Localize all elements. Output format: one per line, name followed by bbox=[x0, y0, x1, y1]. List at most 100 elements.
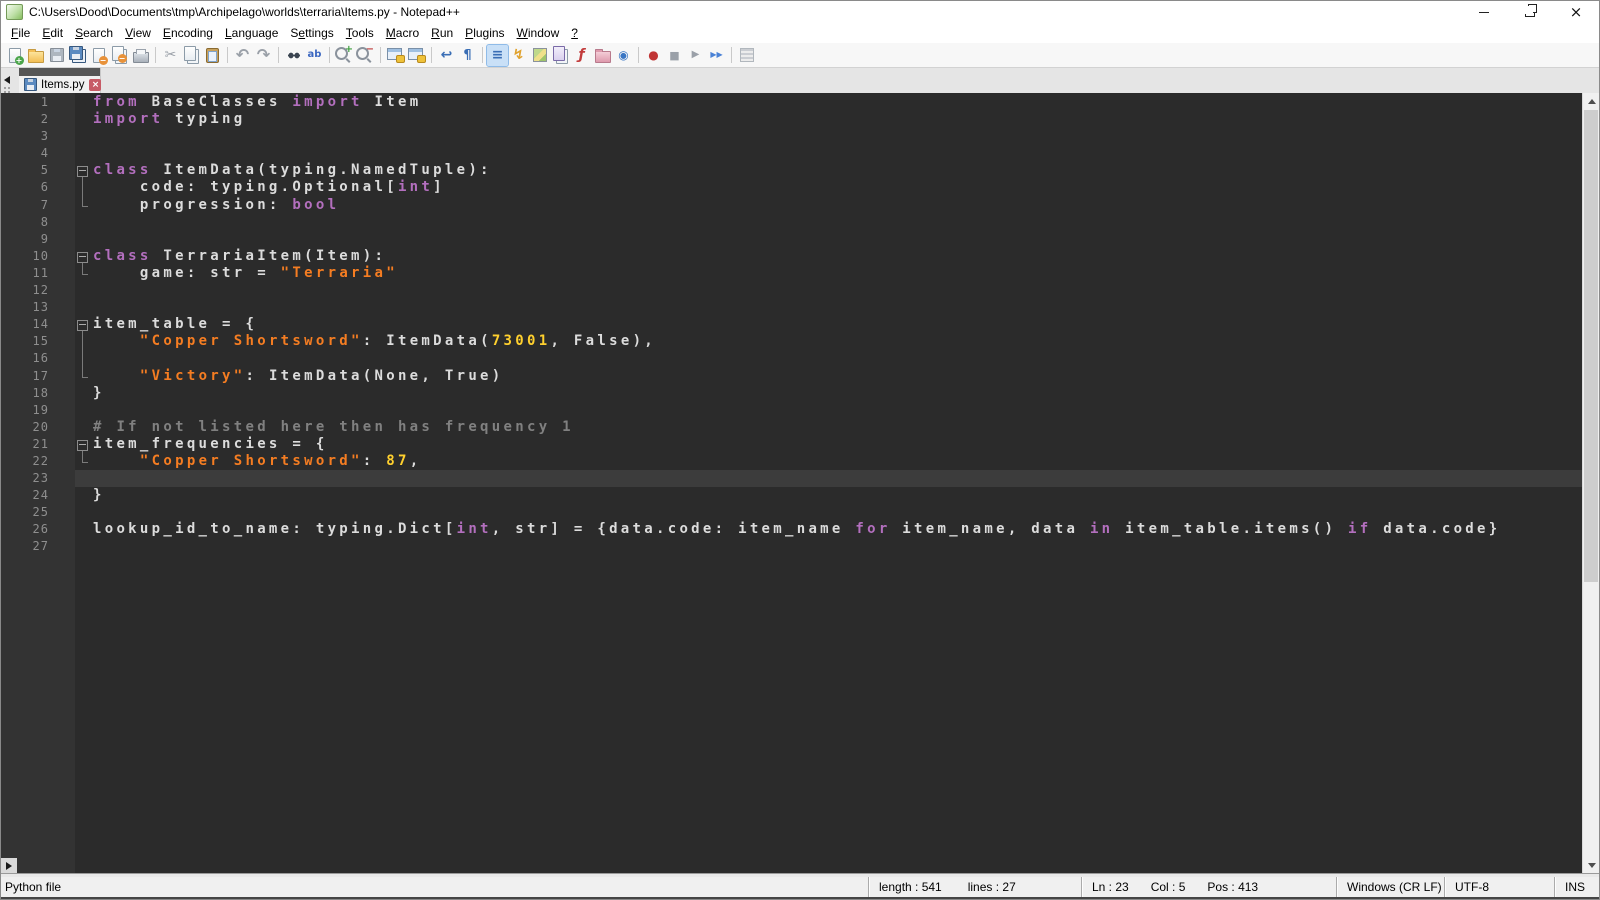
show-all-characters-icon: ¶ bbox=[463, 49, 471, 62]
code-line-19[interactable]: 19 bbox=[1, 402, 1582, 419]
restore-button[interactable] bbox=[1507, 1, 1553, 23]
code-text: from BaseClasses import Item bbox=[91, 94, 1582, 111]
menu-item-file[interactable]: File bbox=[5, 24, 36, 42]
code-line-20[interactable]: 20# If not listed here then has frequenc… bbox=[1, 419, 1582, 436]
code-line-24[interactable]: 24} bbox=[1, 487, 1582, 504]
code-line-12[interactable]: 12 bbox=[1, 282, 1582, 299]
close-all-button[interactable]: − bbox=[109, 45, 130, 66]
code-line-2[interactable]: 2import typing bbox=[1, 111, 1582, 128]
zoom-out-button[interactable]: − bbox=[355, 45, 376, 66]
code-text: progression: bool bbox=[91, 197, 1582, 214]
macro-save-button[interactable] bbox=[736, 45, 757, 66]
line-number: 21 bbox=[1, 436, 75, 453]
line-number: 9 bbox=[1, 231, 75, 248]
code-line-25[interactable]: 25 bbox=[1, 504, 1582, 521]
dock-arrow-bottom[interactable] bbox=[1, 858, 17, 873]
cut-button[interactable]: ✂ bbox=[160, 45, 181, 66]
code-line-9[interactable]: 9 bbox=[1, 231, 1582, 248]
menu-item-run[interactable]: Run bbox=[425, 24, 459, 42]
code-line-23[interactable]: 23 bbox=[1, 470, 1582, 487]
save-all-button[interactable] bbox=[67, 45, 88, 66]
fold-marker[interactable] bbox=[75, 316, 91, 333]
zoom-in-button[interactable]: + bbox=[334, 45, 355, 66]
fold-margin bbox=[75, 521, 91, 538]
code-line-22[interactable]: 22 "Copper Shortsword": 87, bbox=[1, 453, 1582, 470]
open-file-button[interactable] bbox=[25, 45, 46, 66]
menu-item-encoding[interactable]: Encoding bbox=[157, 24, 219, 42]
undo-button[interactable]: ↶ bbox=[232, 45, 253, 66]
save-file-button[interactable] bbox=[46, 45, 67, 66]
code-line-10[interactable]: 10class TerrariaItem(Item): bbox=[1, 248, 1582, 265]
code-line-1[interactable]: 1from BaseClasses import Item bbox=[1, 94, 1582, 111]
word-wrap-button[interactable]: ↩ bbox=[436, 45, 457, 66]
minimize-button[interactable] bbox=[1461, 1, 1507, 23]
code-text: import typing bbox=[91, 111, 1582, 128]
document-list-button[interactable] bbox=[550, 45, 571, 66]
menu-item-language[interactable]: Language bbox=[219, 24, 284, 42]
vertical-scrollbar[interactable] bbox=[1582, 93, 1599, 873]
document-map-button[interactable] bbox=[529, 45, 550, 66]
code-line-14[interactable]: 14item_table = { bbox=[1, 316, 1582, 333]
code-line-26[interactable]: 26lookup_id_to_name: typing.Dict[int, st… bbox=[1, 521, 1582, 538]
code-line-17[interactable]: 17 "Victory": ItemData(None, True) bbox=[1, 368, 1582, 385]
synchronize-vertical-scrolling-button[interactable] bbox=[385, 45, 406, 66]
text-editor[interactable]: 1from BaseClasses import Item2import typ… bbox=[1, 93, 1599, 873]
paste-button[interactable] bbox=[202, 45, 223, 66]
code-line-4[interactable]: 4 bbox=[1, 145, 1582, 162]
code-line-11[interactable]: 11 game: str = "Terraria" bbox=[1, 265, 1582, 282]
code-line-6[interactable]: 6 code: typing.Optional[int] bbox=[1, 179, 1582, 196]
scroll-down-button[interactable] bbox=[1583, 857, 1599, 873]
code-line-15[interactable]: 15 "Copper Shortsword": ItemData(73001, … bbox=[1, 333, 1582, 350]
dock-arrow-left-icon[interactable] bbox=[4, 76, 10, 84]
macro-stop-button[interactable]: ■ bbox=[664, 45, 685, 66]
code-line-16[interactable]: 16 bbox=[1, 350, 1582, 367]
code-line-18[interactable]: 18} bbox=[1, 385, 1582, 402]
code-area[interactable]: 1from BaseClasses import Item2import typ… bbox=[1, 94, 1582, 556]
macro-play-button[interactable]: ▶ bbox=[685, 45, 706, 66]
fold-marker[interactable] bbox=[75, 248, 91, 265]
code-text bbox=[91, 538, 1582, 555]
function-completion-button[interactable]: ↯ bbox=[508, 45, 529, 66]
menu-item-tools[interactable]: Tools bbox=[340, 24, 380, 42]
document-list-icon bbox=[553, 46, 565, 61]
menu-item-settings[interactable]: Settings bbox=[284, 24, 339, 42]
tab-items-py[interactable]: Items.py × bbox=[19, 68, 101, 94]
scrollbar-thumb[interactable] bbox=[1584, 110, 1598, 582]
code-line-21[interactable]: 21item_frequencies = { bbox=[1, 436, 1582, 453]
scroll-up-button[interactable] bbox=[1583, 93, 1599, 109]
code-line-5[interactable]: 5class ItemData(typing.NamedTuple): bbox=[1, 162, 1582, 179]
fold-margin bbox=[75, 385, 91, 402]
fold-marker[interactable] bbox=[75, 162, 91, 179]
code-line-3[interactable]: 3 bbox=[1, 128, 1582, 145]
replace-button[interactable]: ab bbox=[304, 45, 325, 66]
macro-record-button[interactable]: ● bbox=[643, 45, 664, 66]
function-list-button[interactable]: ƒ bbox=[571, 45, 592, 66]
redo-button[interactable]: ↷ bbox=[253, 45, 274, 66]
menu-item-edit[interactable]: Edit bbox=[36, 24, 69, 42]
code-line-27[interactable]: 27 bbox=[1, 538, 1582, 555]
show-all-characters-button[interactable]: ¶ bbox=[457, 45, 478, 66]
find-button[interactable] bbox=[283, 45, 304, 66]
menu-item-view[interactable]: View bbox=[119, 24, 157, 42]
print-button[interactable] bbox=[130, 45, 151, 66]
close-tab-icon[interactable]: × bbox=[89, 79, 101, 91]
macro-run-multiple-button[interactable]: ▶▶ bbox=[706, 45, 727, 66]
menu-item-window[interactable]: Window bbox=[511, 24, 566, 42]
close-button[interactable]: × bbox=[1553, 1, 1599, 23]
close-file-button[interactable]: − bbox=[88, 45, 109, 66]
menu-item-plugins[interactable]: Plugins bbox=[459, 24, 510, 42]
menu-item-macro[interactable]: Macro bbox=[380, 24, 425, 42]
synchronize-horizontal-scrolling-button[interactable] bbox=[406, 45, 427, 66]
copy-button[interactable] bbox=[181, 45, 202, 66]
code-line-7[interactable]: 7 progression: bool bbox=[1, 197, 1582, 214]
code-line-8[interactable]: 8 bbox=[1, 214, 1582, 231]
code-line-13[interactable]: 13 bbox=[1, 299, 1582, 316]
show-indent-guide-button[interactable]: ≡ bbox=[487, 45, 508, 66]
menu-item-help[interactable]: ? bbox=[565, 24, 584, 42]
fold-marker[interactable] bbox=[75, 436, 91, 453]
new-file-button[interactable]: + bbox=[4, 45, 25, 66]
folder-as-workspace-button[interactable] bbox=[592, 45, 613, 66]
menu-item-search[interactable]: Search bbox=[69, 24, 119, 42]
undo-icon: ↶ bbox=[236, 47, 249, 63]
monitoring-button[interactable]: ◉ bbox=[613, 45, 634, 66]
